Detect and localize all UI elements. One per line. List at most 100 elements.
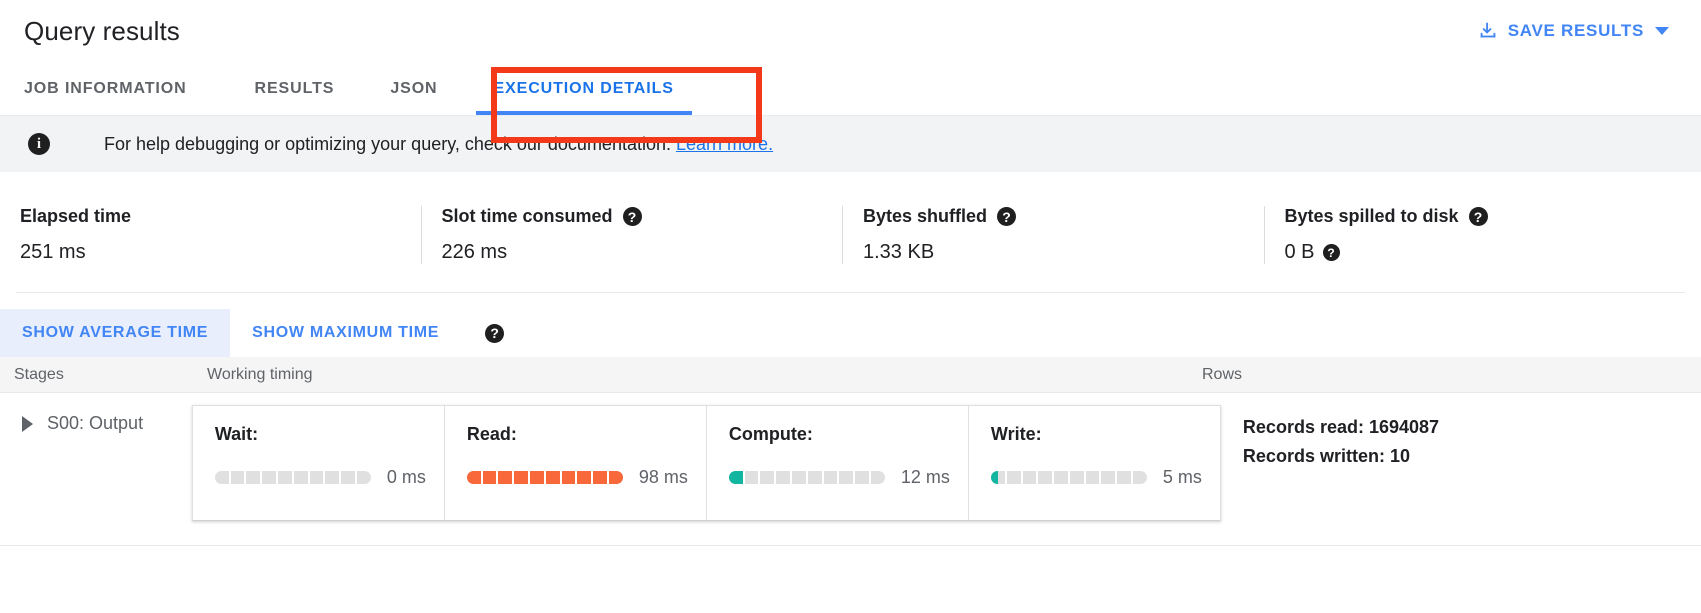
- chevron-down-icon[interactable]: [1655, 27, 1669, 35]
- stat-value: 0 B ?: [1285, 241, 1686, 264]
- progress-segment: [246, 471, 260, 484]
- stat-bytes-shuffled: Bytes shuffled ? 1.33 KB: [842, 206, 1264, 264]
- table-row: S00: Output Wait: 0 ms Read: 98 ms Compu…: [0, 393, 1701, 521]
- progress-segment: [262, 471, 276, 484]
- toggle-show-maximum-time[interactable]: SHOW MAXIMUM TIME: [230, 309, 461, 357]
- help-icon[interactable]: ?: [997, 207, 1016, 226]
- stat-value: 1.33 KB: [863, 241, 1264, 264]
- learn-more-link[interactable]: Learn more.: [676, 134, 773, 154]
- stat-label-text: Bytes spilled to disk: [1285, 206, 1459, 227]
- phase-value: 5 ms: [1163, 467, 1202, 488]
- progress-segment: [1117, 471, 1131, 484]
- rows-cell: Records read: 1694087 Records written: 1…: [1229, 405, 1701, 471]
- tab-bar: JOB INFORMATION RESULTS JSON EXECUTION D…: [0, 62, 1701, 116]
- progress-segment: [808, 471, 822, 484]
- progress-segment: [310, 471, 324, 484]
- progress-segment: [839, 471, 853, 484]
- stat-label-text: Slot time consumed: [442, 206, 613, 227]
- stat-label-text: Elapsed time: [20, 206, 131, 227]
- progress-segment-fill: [498, 471, 512, 484]
- chevron-right-icon[interactable]: [22, 416, 33, 432]
- phase-bar-row: 0 ms: [215, 467, 426, 488]
- read-progress-bar: [467, 471, 623, 484]
- phase-value: 98 ms: [639, 467, 688, 488]
- progress-segment: [231, 471, 245, 484]
- progress-segment: [215, 471, 229, 484]
- tab-execution-details[interactable]: EXECUTION DETAILS: [466, 62, 702, 115]
- info-banner-message: For help debugging or optimizing your qu…: [104, 134, 671, 154]
- progress-segment: [609, 471, 623, 484]
- progress-segment: [467, 471, 481, 484]
- stat-label-text: Bytes shuffled: [863, 206, 987, 227]
- help-icon[interactable]: ?: [1469, 207, 1488, 226]
- column-header-stages: Stages: [0, 366, 207, 384]
- phase-bar-row: 5 ms: [991, 467, 1202, 488]
- progress-segment: [294, 471, 308, 484]
- progress-segment-fill: [729, 471, 743, 484]
- progress-segment: [325, 471, 339, 484]
- progress-segment-fill: [467, 471, 481, 484]
- save-results-label: SAVE RESULTS: [1508, 21, 1644, 41]
- help-icon[interactable]: ?: [623, 207, 642, 226]
- progress-segment: [577, 471, 591, 484]
- phase-value: 0 ms: [387, 467, 426, 488]
- progress-segment-fill: [546, 471, 560, 484]
- progress-segment: [824, 471, 838, 484]
- compute-progress-bar: [729, 471, 885, 484]
- tab-results[interactable]: RESULTS: [227, 62, 363, 115]
- progress-segment: [729, 471, 743, 484]
- progress-segment: [855, 471, 869, 484]
- tab-job-information[interactable]: JOB INFORMATION: [24, 62, 227, 115]
- stages-table-header: Stages Working timing Rows: [0, 357, 1701, 393]
- progress-segment: [1007, 471, 1021, 484]
- phase-write: Write: 5 ms: [968, 406, 1220, 520]
- records-written: Records written: 10: [1243, 442, 1701, 471]
- stage-row-s00-output[interactable]: S00: Output: [0, 405, 192, 434]
- progress-segment: [1133, 471, 1147, 484]
- progress-segment-fill: [530, 471, 544, 484]
- column-header-rows: Rows: [1188, 366, 1701, 384]
- wait-progress-bar: [215, 471, 371, 484]
- stat-slot-time-consumed: Slot time consumed ? 226 ms: [421, 206, 843, 264]
- progress-segment: [530, 471, 544, 484]
- phase-value: 12 ms: [901, 467, 950, 488]
- stat-label: Elapsed time: [20, 206, 421, 227]
- progress-segment: [483, 471, 497, 484]
- info-icon: i: [28, 133, 50, 155]
- progress-segment: [1101, 471, 1115, 484]
- toggle-show-average-time[interactable]: SHOW AVERAGE TIME: [0, 309, 230, 357]
- execution-stats: Elapsed time 251 ms Slot time consumed ?…: [16, 172, 1685, 293]
- progress-segment-fill: [991, 471, 999, 484]
- progress-segment: [562, 471, 576, 484]
- phase-compute: Compute: 12 ms: [706, 406, 968, 520]
- progress-segment-fill: [514, 471, 528, 484]
- phase-label: Read:: [467, 424, 688, 445]
- progress-segment: [514, 471, 528, 484]
- progress-segment-fill: [562, 471, 576, 484]
- progress-segment: [745, 471, 759, 484]
- progress-segment: [1038, 471, 1052, 484]
- phase-label: Compute:: [729, 424, 950, 445]
- progress-segment-fill: [609, 471, 623, 484]
- stat-label: Slot time consumed ?: [442, 206, 843, 227]
- phase-label: Write:: [991, 424, 1202, 445]
- progress-segment: [341, 471, 355, 484]
- save-results-button[interactable]: SAVE RESULTS: [1469, 14, 1677, 48]
- progress-segment: [593, 471, 607, 484]
- progress-segment: [498, 471, 512, 484]
- help-icon[interactable]: ?: [485, 324, 504, 343]
- phase-bar-row: 98 ms: [467, 467, 688, 488]
- progress-segment: [760, 471, 774, 484]
- info-banner-text: For help debugging or optimizing your qu…: [104, 134, 773, 155]
- progress-segment: [278, 471, 292, 484]
- results-header: Query results SAVE RESULTS: [0, 0, 1701, 62]
- tab-json[interactable]: JSON: [362, 62, 465, 115]
- help-icon[interactable]: ?: [1323, 244, 1340, 261]
- stat-value-text: 251 ms: [20, 241, 86, 264]
- stat-value: 251 ms: [20, 241, 421, 264]
- progress-segment-fill: [483, 471, 497, 484]
- records-read: Records read: 1694087: [1243, 413, 1701, 442]
- progress-segment-fill: [593, 471, 607, 484]
- progress-segment: [357, 471, 371, 484]
- working-timing-card: Wait: 0 ms Read: 98 ms Compute: 12 ms Wr…: [192, 405, 1221, 521]
